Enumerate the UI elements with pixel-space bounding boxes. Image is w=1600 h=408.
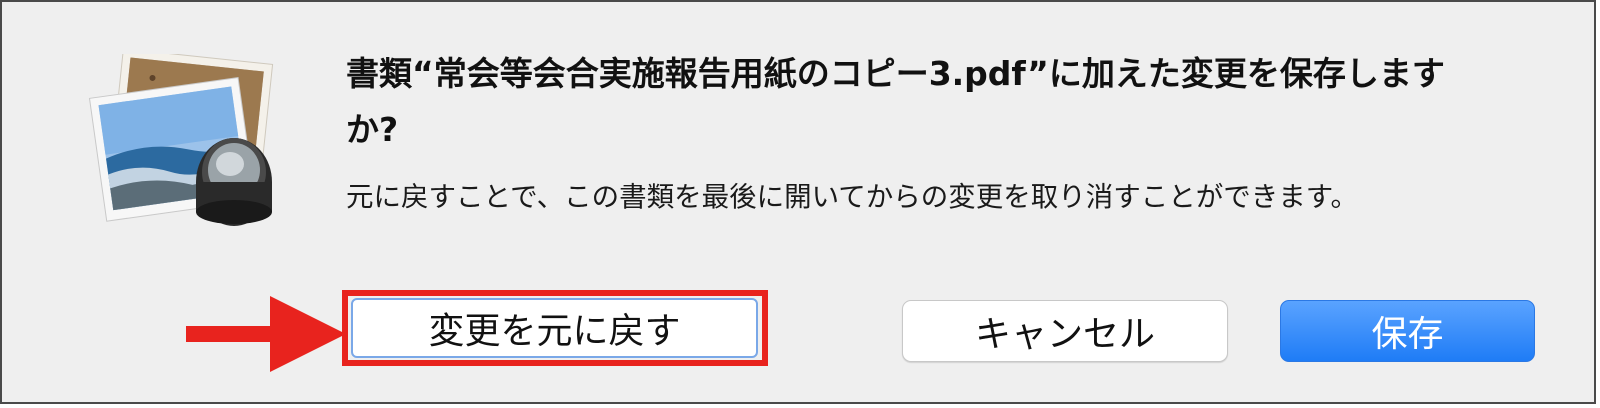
dialog-message: 元に戻すことで、この書類を最後に開いてからの変更を取り消すことができます。 xyxy=(346,181,1358,213)
revert-changes-button[interactable]: 変更を元に戻す xyxy=(351,298,758,358)
dialog-title: 書類“常会等会合実施報告用紙のコピー3.pdf”に加えた変更を保存しますか? xyxy=(346,54,1445,149)
preview-app-icon xyxy=(88,54,274,226)
red-arrow-icon xyxy=(186,296,346,372)
save-changes-dialog: 書類“常会等会合実施報告用紙のコピー3.pdf”に加えた変更を保存しますか? 元… xyxy=(0,0,1596,404)
cancel-button[interactable]: キャンセル xyxy=(902,300,1228,362)
save-button[interactable]: 保存 xyxy=(1280,300,1535,362)
